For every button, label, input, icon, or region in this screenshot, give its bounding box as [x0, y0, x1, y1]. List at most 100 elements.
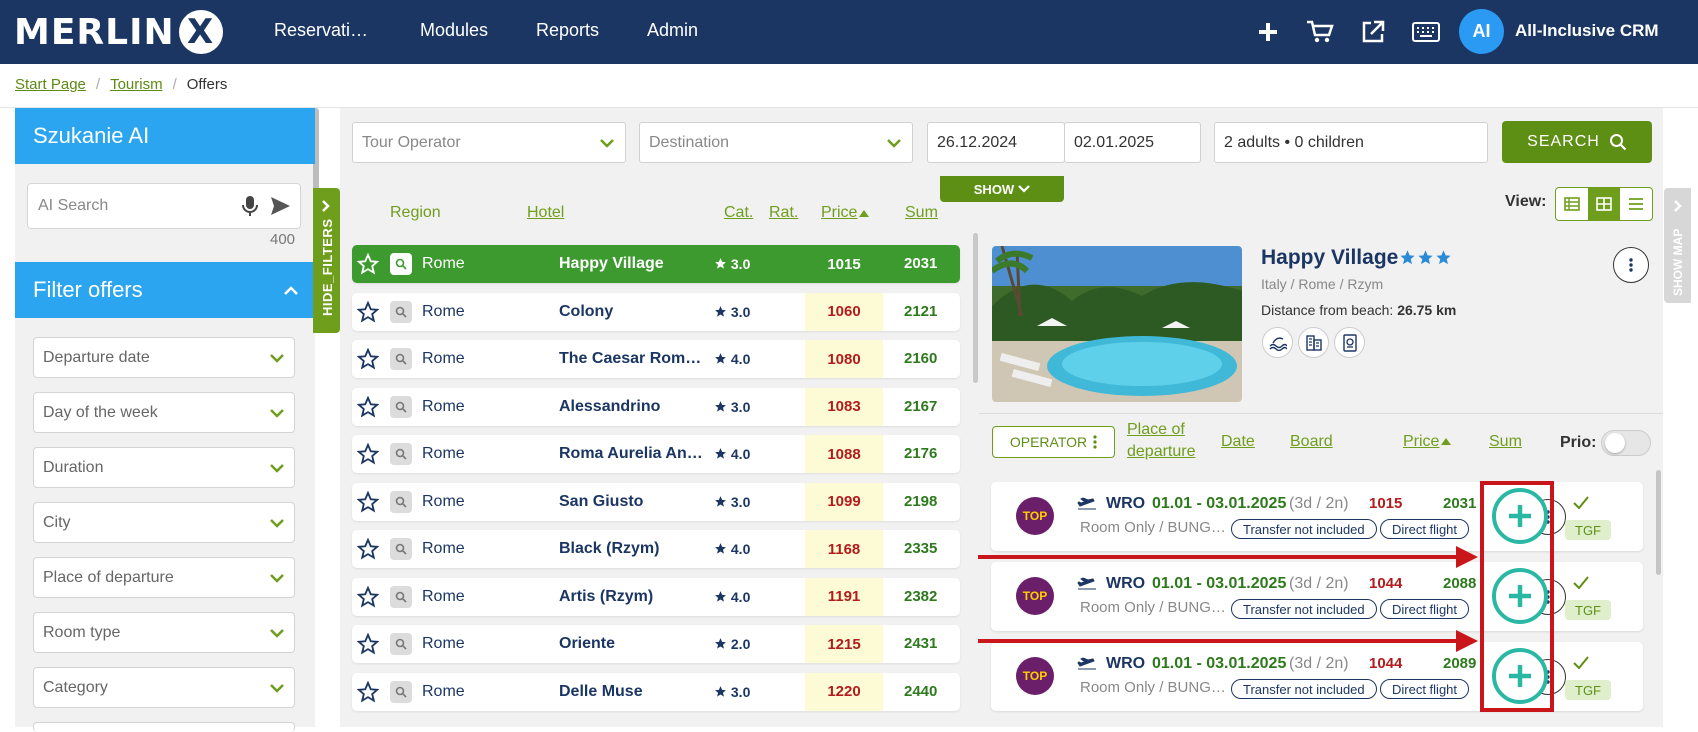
nav-modules[interactable]: Modules — [420, 20, 488, 41]
view-table-button[interactable] — [1556, 188, 1588, 220]
preview-search-icon[interactable] — [390, 538, 412, 560]
passport-icon[interactable] — [1334, 327, 1365, 358]
favorite-star-icon[interactable] — [356, 585, 380, 608]
plane-icon — [1077, 577, 1097, 596]
hotel-name[interactable]: Alessandrino — [559, 398, 707, 416]
hotel-name[interactable]: Artis (Rzym) — [559, 588, 707, 606]
column-category-sort[interactable]: Cat. — [724, 204, 753, 222]
nav-reports[interactable]: Reports — [536, 20, 599, 41]
filter-day-of-week[interactable]: Day of the week — [33, 392, 295, 433]
hotel-row[interactable]: Rome Black (Rzym) 4.0 1168 2335 — [352, 530, 960, 568]
column-rating-sort[interactable]: Rat. — [769, 204, 798, 222]
merlin-logo[interactable]: MERLIN X — [14, 10, 223, 54]
favorite-star-icon[interactable] — [356, 490, 380, 513]
hotel-name[interactable]: Happy Village — [559, 255, 707, 273]
hotel-row[interactable]: Rome The Caesar Rom… 4.0 1080 2160 — [352, 340, 960, 378]
user-avatar[interactable]: AI — [1459, 9, 1504, 54]
filter-next[interactable] — [33, 722, 295, 732]
hotel-building-icon[interactable] — [1298, 327, 1329, 358]
favorite-star-icon[interactable] — [356, 347, 380, 370]
hotel-name[interactable]: Oriente — [559, 635, 707, 653]
hotel-name[interactable]: Roma Aurelia An… — [559, 445, 707, 463]
hotel-name[interactable]: Colony — [559, 303, 707, 321]
column-offer-price-sort[interactable]: Price — [1403, 433, 1439, 451]
hotel-name[interactable]: San Giusto — [559, 493, 707, 511]
view-grid-button[interactable] — [1588, 188, 1620, 220]
nav-admin[interactable]: Admin — [647, 20, 698, 41]
favorite-star-icon[interactable] — [356, 300, 380, 323]
hotel-row[interactable]: Rome San Giusto 3.0 1099 2198 — [352, 482, 960, 521]
breadcrumb-start-page[interactable]: Start Page — [15, 76, 86, 93]
column-date-sort[interactable]: Date — [1221, 433, 1255, 451]
favorite-star-icon[interactable] — [356, 442, 380, 465]
hotel-row[interactable]: Rome Oriente 2.0 1215 2431 — [352, 625, 960, 663]
hotel-name[interactable]: Black (Rzym) — [559, 540, 707, 558]
operator-filter-button[interactable]: OPERATOR — [992, 426, 1115, 458]
date-from-input[interactable]: 26.12.2024 — [927, 122, 1065, 163]
plus-icon[interactable] — [1252, 16, 1284, 48]
column-hotel-sort[interactable]: Hotel — [527, 204, 564, 222]
breadcrumb-tourism[interactable]: Tourism — [110, 76, 163, 93]
offers-scrollbar[interactable] — [1656, 470, 1661, 575]
favorite-star-icon[interactable] — [356, 395, 380, 418]
keyboard-icon[interactable] — [1410, 16, 1442, 48]
favorite-star-icon[interactable] — [356, 537, 380, 560]
preview-search-icon[interactable] — [390, 633, 412, 655]
column-place-of-departure-sort[interactable]: Place of departure — [1127, 421, 1196, 461]
filter-offers-header[interactable]: Filter offers — [15, 262, 315, 318]
hotel-row[interactable]: Rome Colony 3.0 1060 2121 — [352, 292, 960, 331]
preview-search-icon[interactable] — [390, 300, 412, 323]
column-sum-sort[interactable]: Sum — [905, 204, 938, 222]
filter-room-type[interactable]: Room type — [33, 612, 295, 653]
destination-select[interactable]: Destination — [639, 122, 913, 163]
hotel-name[interactable]: The Caesar Rom… — [559, 350, 707, 368]
guests-input[interactable]: 2 adults • 0 children — [1214, 122, 1488, 163]
view-list-button[interactable] — [1620, 188, 1652, 220]
filter-duration[interactable]: Duration — [33, 447, 295, 488]
column-region: Region — [390, 204, 441, 221]
date-to-input[interactable]: 02.01.2025 — [1064, 122, 1201, 163]
preview-search-icon[interactable] — [390, 443, 412, 465]
hotel-row[interactable]: Rome Happy Village 3.0 1015 2031 — [352, 245, 960, 283]
crm-name[interactable]: All-Inclusive CRM — [1515, 21, 1659, 41]
search-button[interactable]: SEARCH — [1502, 121, 1652, 163]
filter-departure-date[interactable]: Departure date — [33, 337, 295, 378]
favorite-star-icon[interactable] — [356, 252, 380, 275]
cart-icon[interactable] — [1304, 16, 1336, 48]
show-map-tab[interactable]: SHOW MAP — [1664, 188, 1691, 303]
send-icon[interactable] — [269, 195, 291, 222]
list-view-icon — [1629, 198, 1643, 210]
hotel-price: 1088 — [805, 435, 883, 473]
ai-search-input[interactable]: AI Search — [27, 183, 301, 229]
preview-search-icon[interactable] — [390, 490, 412, 513]
hide-filters-tab[interactable]: HIDE_FILTERS — [313, 188, 340, 333]
favorite-star-icon[interactable] — [356, 680, 380, 703]
hotel-more-options-button[interactable] — [1613, 247, 1649, 283]
hotel-list-scrollbar[interactable] — [973, 233, 978, 383]
tour-operator-select[interactable]: Tour Operator — [352, 122, 626, 163]
preview-search-icon[interactable] — [390, 680, 412, 703]
column-price-sort[interactable]: Price — [821, 204, 857, 222]
nav-reservations[interactable]: Reservati… — [274, 20, 368, 41]
hotel-row[interactable]: Rome Roma Aurelia An… 4.0 1088 2176 — [352, 435, 960, 473]
show-more-filters-button[interactable]: SHOW — [940, 176, 1064, 202]
hotel-row[interactable]: Rome Delle Muse 3.0 1220 2440 — [352, 672, 960, 711]
hotel-name[interactable]: Delle Muse — [559, 683, 707, 701]
hotel-row[interactable]: Rome Alessandrino 3.0 1083 2167 — [352, 387, 960, 426]
filter-place-of-departure[interactable]: Place of departure — [33, 557, 295, 598]
preview-search-icon[interactable] — [390, 253, 412, 275]
preview-search-icon[interactable] — [390, 585, 412, 608]
microphone-icon[interactable] — [242, 195, 258, 222]
preview-search-icon[interactable] — [390, 395, 412, 418]
filter-city[interactable]: City — [33, 502, 295, 543]
hotel-photo[interactable] — [992, 246, 1242, 402]
filter-category[interactable]: Category — [33, 667, 295, 708]
external-link-icon[interactable] — [1357, 16, 1389, 48]
prio-toggle[interactable] — [1601, 430, 1651, 456]
column-board-sort[interactable]: Board — [1290, 433, 1333, 451]
hotel-row[interactable]: Rome Artis (Rzym) 4.0 1191 2382 — [352, 577, 960, 616]
favorite-star-icon[interactable] — [356, 632, 380, 655]
beach-icon[interactable] — [1262, 327, 1293, 358]
preview-search-icon[interactable] — [390, 348, 412, 370]
column-offer-sum-sort[interactable]: Sum — [1489, 433, 1522, 451]
